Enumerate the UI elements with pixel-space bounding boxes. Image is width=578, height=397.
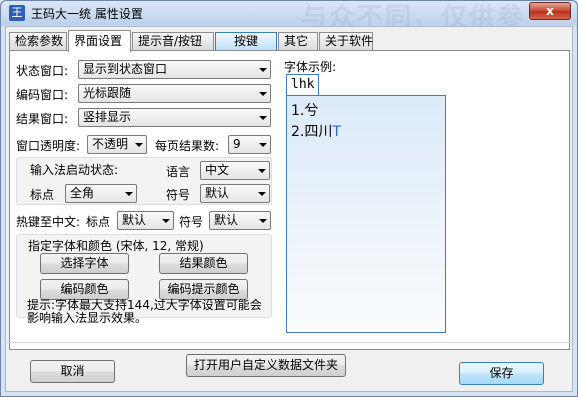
transparency-value: 不透明 (92, 137, 129, 151)
language-select[interactable]: 中文 (200, 161, 270, 180)
page-results-select[interactable]: 9 (228, 135, 271, 154)
save-button[interactable]: 保存 (459, 362, 544, 385)
chevron-down-icon (259, 68, 267, 72)
client-area: 检索参数 界面设置 提示音/按钮 按键 其它 关于软件 状态窗口: 显示到状态窗… (5, 26, 573, 392)
result-window-label: 结果窗口: (16, 112, 69, 126)
code-window-label: 编码窗口: (16, 88, 69, 102)
startup-punct-value: 全角 (70, 186, 95, 200)
page-results-label: 每页结果数: (155, 139, 220, 153)
tab-sound-buttons[interactable]: 提示音/按钮 (132, 32, 214, 50)
app-icon: 王 (9, 5, 25, 21)
tab-about[interactable]: 关于软件 (319, 32, 373, 50)
tab-search-params[interactable]: 检索参数 (9, 32, 67, 50)
startup-symbol-value: 默认 (205, 186, 230, 200)
chevron-down-icon (259, 143, 267, 147)
result-window-select[interactable]: 竖排显示 (78, 108, 271, 127)
language-value: 中文 (205, 163, 230, 177)
language-label: 语言 (166, 165, 191, 179)
text-caret: T (332, 124, 341, 140)
preview-candidate-2-row: 2.四川T (291, 121, 341, 141)
font-size-hint: 提示:字体最大支持144,过大字体设置可能会影响输入法显示效果。 (27, 298, 262, 325)
startup-state-title: 输入法启动状态: (30, 163, 119, 177)
hotkey-symbol-value: 默认 (214, 213, 239, 227)
select-font-button[interactable]: 选择字体 (40, 253, 129, 274)
status-window-value: 显示到状态窗口 (83, 62, 168, 76)
hotkey-punct-label: 标点 (86, 215, 111, 229)
chevron-down-icon (259, 92, 267, 96)
preview-code: lhk (286, 74, 320, 95)
title-bar[interactable]: 王 王码大一统 属性设置 与众不同，仅供参 x (1, 1, 577, 33)
page-results-value: 9 (233, 137, 241, 151)
open-user-data-folder-button[interactable]: 打开用户自定义数据文件夹 (186, 354, 346, 377)
bottom-separator (5, 342, 573, 343)
startup-symbol-select[interactable]: 默认 (200, 184, 270, 203)
chevron-down-icon (258, 169, 266, 173)
preview-label: 字体示例: (284, 60, 337, 74)
chevron-down-icon (259, 219, 267, 223)
code-hint-color-button[interactable]: 编码提示颜色 (159, 279, 248, 300)
startup-symbol-label: 符号 (166, 188, 191, 202)
status-window-label: 状态窗口: (16, 64, 69, 78)
startup-punct-select[interactable]: 全角 (65, 184, 137, 203)
tab-keys[interactable]: 按键 (215, 32, 277, 50)
close-button[interactable]: x (529, 2, 571, 20)
preview-candidate-2: 2.四川 (291, 124, 333, 140)
code-color-button[interactable]: 编码颜色 (40, 279, 129, 300)
cancel-button[interactable]: 取消 (30, 360, 115, 383)
chevron-down-icon (258, 192, 266, 196)
code-window-value: 光标跟随 (83, 86, 132, 100)
status-window-select[interactable]: 显示到状态窗口 (78, 60, 271, 79)
hotkey-symbol-label: 符号 (179, 215, 204, 229)
preview-candidates: 1.兮 2.四川T (286, 95, 446, 333)
tab-other[interactable]: 其它 (278, 32, 318, 50)
hotkey-symbol-select[interactable]: 默认 (209, 211, 271, 230)
hotkey-punct-select[interactable]: 默认 (117, 211, 174, 230)
hotkey-punct-value: 默认 (122, 213, 147, 227)
startup-punct-label: 标点 (30, 188, 55, 202)
code-window-select[interactable]: 光标跟随 (78, 84, 271, 103)
tab-interface[interactable]: 界面设置 (68, 30, 131, 52)
transparency-label: 窗口透明度: (16, 139, 81, 153)
chevron-down-icon (135, 143, 143, 147)
preview-candidate-1: 1.兮 (291, 103, 319, 119)
result-window-value: 竖排显示 (83, 110, 132, 124)
chevron-down-icon (162, 219, 170, 223)
font-color-title: 指定字体和颜色 (宋体, 12, 常规) (28, 239, 204, 253)
transparency-select[interactable]: 不透明 (87, 135, 147, 154)
chevron-down-icon (125, 192, 133, 196)
hotkey-label: 热键至中文: (16, 215, 81, 229)
result-color-button[interactable]: 结果颜色 (159, 253, 248, 274)
chevron-down-icon (259, 116, 267, 120)
window-title: 王码大一统 属性设置 (31, 7, 143, 21)
